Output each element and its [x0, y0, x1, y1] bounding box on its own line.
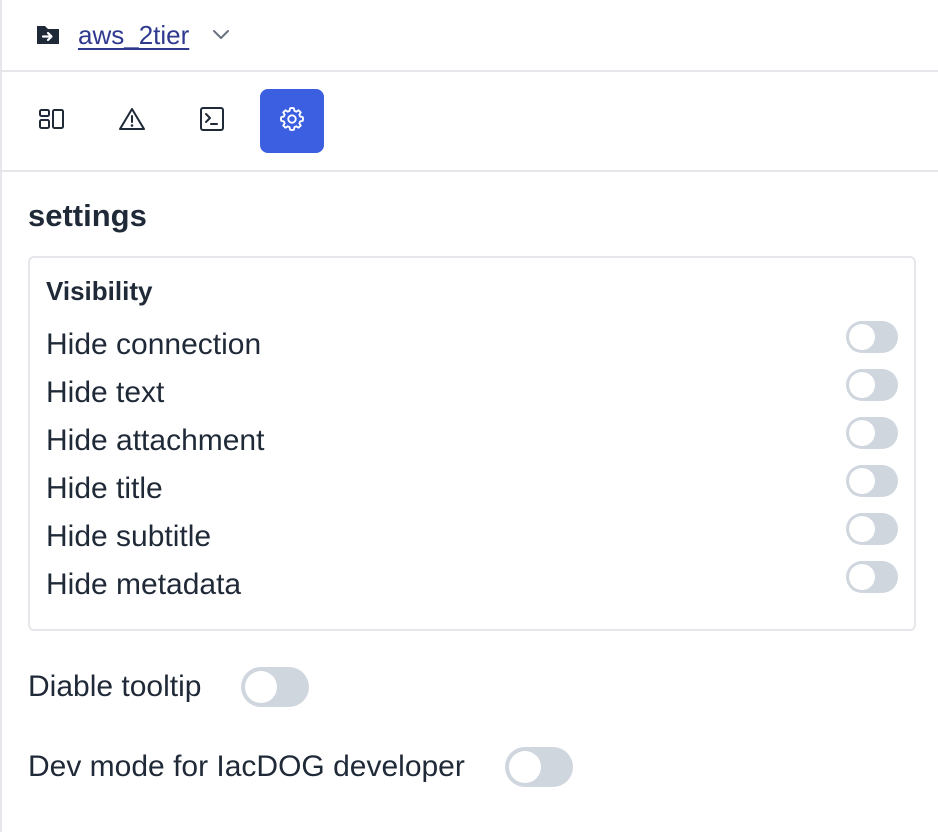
- toggle-knob: [849, 564, 875, 590]
- warning-icon: [118, 106, 146, 137]
- hide-text-toggle[interactable]: [846, 369, 898, 401]
- settings-title: settings: [28, 198, 147, 233]
- hide-metadata-row: Hide metadata: [46, 561, 898, 609]
- toggle-knob: [849, 516, 875, 542]
- hide-subtitle-label: Hide subtitle: [46, 520, 212, 553]
- view-toolbar: [2, 72, 938, 172]
- hide-title-row: Hide title: [46, 465, 898, 513]
- settings-content: settings Visibility Hide connection Hide…: [2, 198, 938, 787]
- gear-icon: [278, 105, 306, 138]
- settings-panel: aws_2tier settings Visibility Hide conne…: [0, 0, 938, 832]
- project-header: aws_2tier: [2, 0, 938, 72]
- warnings-button[interactable]: [100, 89, 164, 153]
- toggle-knob: [849, 420, 875, 446]
- hide-attachment-row: Hide attachment: [46, 417, 898, 465]
- hide-attachment-label: Hide attachment: [46, 424, 265, 457]
- hide-text-row: Hide text: [46, 369, 898, 417]
- toggle-knob: [849, 468, 875, 494]
- hide-connection-toggle[interactable]: [846, 321, 898, 353]
- hide-metadata-label: Hide metadata: [46, 568, 242, 601]
- toggle-knob: [508, 751, 541, 783]
- visibility-group: Visibility Hide connection Hide text Hid…: [28, 256, 916, 631]
- toggle-knob: [849, 372, 875, 398]
- disable-tooltip-label: Diable tooltip: [28, 670, 202, 703]
- dev-mode-toggle[interactable]: [504, 747, 573, 787]
- hide-attachment-toggle[interactable]: [846, 417, 898, 449]
- hide-subtitle-toggle[interactable]: [846, 513, 898, 545]
- hide-connection-label: Hide connection: [46, 328, 262, 361]
- layout-button[interactable]: [20, 89, 84, 153]
- layout-icon: [38, 107, 66, 136]
- hide-title-toggle[interactable]: [846, 465, 898, 497]
- dev-mode-row: Dev mode for IacDOG developer: [28, 747, 914, 787]
- project-name-link[interactable]: aws_2tier: [78, 20, 189, 51]
- disable-tooltip-toggle[interactable]: [241, 667, 310, 707]
- toggle-knob: [245, 671, 278, 703]
- hide-subtitle-row: Hide subtitle: [46, 513, 898, 561]
- toggle-knob: [849, 324, 875, 350]
- hide-text-label: Hide text: [46, 376, 165, 409]
- hide-title-label: Hide title: [46, 472, 163, 505]
- terminal-icon: [199, 106, 225, 137]
- disable-tooltip-row: Diable tooltip: [28, 667, 914, 707]
- terminal-button[interactable]: [180, 89, 244, 153]
- dev-mode-label: Dev mode for IacDOG developer: [28, 750, 465, 783]
- chevron-down-icon[interactable]: [209, 23, 233, 47]
- hide-metadata-toggle[interactable]: [846, 561, 898, 593]
- hide-connection-row: Hide connection: [46, 321, 898, 369]
- visibility-title: Visibility: [46, 276, 153, 306]
- settings-button[interactable]: [260, 89, 324, 153]
- folder-arrow-icon: [34, 21, 62, 49]
